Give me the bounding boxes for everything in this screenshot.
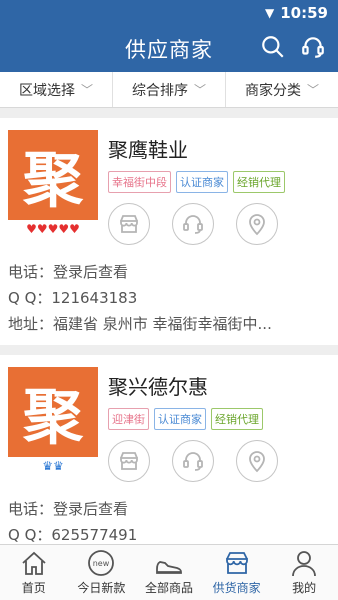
filter-sort[interactable]: 综合排序 ﹀ — [113, 72, 226, 107]
map-pin-icon — [249, 214, 265, 236]
address-text: 地址：福建省 泉州市 幸福街幸福街中... — [8, 315, 272, 333]
location-tag: 幸福街中段 — [108, 171, 171, 193]
filter-bar: 区域选择 ﹀ 综合排序 ﹀ 商家分类 ﹀ — [0, 72, 338, 108]
status-bar: ▼ 10:59 — [0, 0, 338, 26]
shop-button[interactable] — [108, 440, 150, 482]
rating-hearts: ♥♥♥♥♥ — [26, 222, 80, 236]
distributor-tag: 经销代理 — [211, 408, 263, 430]
title-bar: 供应商家 — [0, 26, 338, 72]
merchant-name: 聚兴德尔惠 — [108, 375, 208, 399]
user-icon — [292, 551, 317, 577]
distributor-tag: 经销代理 — [233, 171, 285, 193]
phone-text: 电话：登录后查看 — [8, 500, 129, 518]
chevron-down-icon: ﹀ — [80, 83, 93, 97]
tab-suppliers[interactable]: 供货商家 — [203, 545, 271, 600]
location-tag: 迎津街 — [108, 408, 149, 430]
merchant-card[interactable]: 聚 ♛♛ 聚兴德尔惠 迎津街 认证商家 经销代理 电话：登录后查看 Q Q：62… — [0, 355, 338, 544]
shoe-icon — [156, 561, 182, 574]
map-pin-icon — [249, 451, 265, 473]
headset-icon — [183, 452, 203, 471]
location-button[interactable] — [236, 203, 278, 245]
contact-button[interactable] — [172, 203, 214, 245]
search-icon[interactable] — [260, 34, 286, 64]
tab-all-products[interactable]: 全部商品 — [135, 545, 203, 600]
merchant-name: 聚鹰鞋业 — [108, 138, 188, 162]
filter-region[interactable]: 区域选择 ﹀ — [0, 72, 113, 107]
phone-text: 电话：登录后查看 — [8, 263, 129, 281]
location-button[interactable] — [236, 440, 278, 482]
tab-new-arrivals[interactable]: new 今日新款 — [68, 545, 136, 600]
store-icon — [120, 452, 138, 470]
chevron-down-icon: ﹀ — [193, 83, 206, 97]
chevron-down-icon: ﹀ — [306, 83, 319, 97]
merchant-list[interactable]: 聚 ♥♥♥♥♥ 聚鹰鞋业 幸福街中段 认证商家 经销代理 电话：登录后查看 Q … — [0, 108, 338, 544]
home-icon — [22, 551, 46, 575]
merchant-logo: 聚 — [8, 130, 98, 220]
qq-text: Q Q：625577491 — [8, 526, 138, 544]
contact-button[interactable] — [172, 440, 214, 482]
store-icon — [225, 552, 248, 574]
tab-home[interactable]: 首页 — [0, 545, 68, 600]
qq-text: Q Q：121643183 — [8, 289, 138, 307]
filter-category[interactable]: 商家分类 ﹀ — [226, 72, 338, 107]
status-time: 10:59 — [280, 4, 328, 22]
certified-tag: 认证商家 — [176, 171, 228, 193]
rating-crowns: ♛♛ — [42, 459, 64, 473]
merchant-logo: 聚 — [8, 367, 98, 457]
customer-service-icon[interactable] — [300, 34, 326, 64]
wifi-icon: ▼ — [265, 6, 275, 20]
new-badge-icon: new — [88, 550, 115, 576]
certified-tag: 认证商家 — [154, 408, 206, 430]
store-icon — [120, 215, 138, 233]
bottom-tab-bar: 首页 new 今日新款 全部商品 供货商家 我的 — [0, 544, 338, 600]
svg-text:new: new — [93, 559, 110, 568]
tab-profile[interactable]: 我的 — [270, 545, 338, 600]
merchant-card[interactable]: 聚 ♥♥♥♥♥ 聚鹰鞋业 幸福街中段 认证商家 经销代理 电话：登录后查看 Q … — [0, 118, 338, 345]
headset-icon — [183, 215, 203, 234]
shop-button[interactable] — [108, 203, 150, 245]
